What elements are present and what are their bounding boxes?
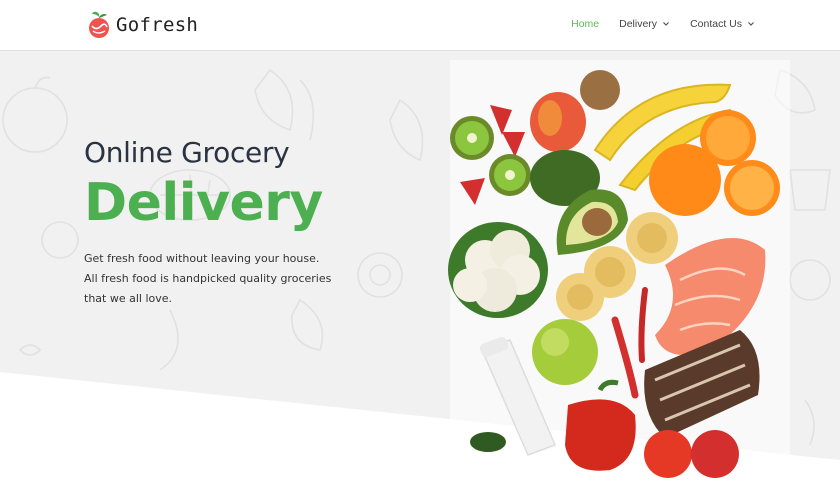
nav-item-label: Delivery: [619, 18, 658, 30]
brand-logo[interactable]: Gofresh: [86, 11, 198, 39]
nav-item-home[interactable]: Home: [571, 18, 599, 30]
nav-item-label: Home: [571, 18, 600, 30]
chevron-down-icon: [663, 22, 669, 26]
nav-item-contact-us[interactable]: Contact Us: [690, 18, 755, 30]
hero-text-block: Online Grocery Delivery Get fresh food w…: [84, 136, 334, 309]
nav-item-label: Contact Us: [690, 18, 742, 30]
chevron-down-icon: [748, 22, 754, 26]
main-nav: Home Delivery Contact Us: [551, 18, 755, 30]
hero-title: Delivery: [84, 173, 323, 233]
nav-item-delivery[interactable]: Delivery: [619, 18, 670, 30]
hero-description: Get fresh food without leaving your hous…: [84, 252, 332, 305]
hero-subtitle: Online Grocery: [84, 136, 290, 169]
brand-name: Gofresh: [116, 14, 199, 36]
tomato-logo-icon: [89, 11, 109, 38]
site-header: Gofresh Home Delivery Contact Us: [0, 0, 840, 50]
grocery-food-image: [448, 60, 790, 490]
